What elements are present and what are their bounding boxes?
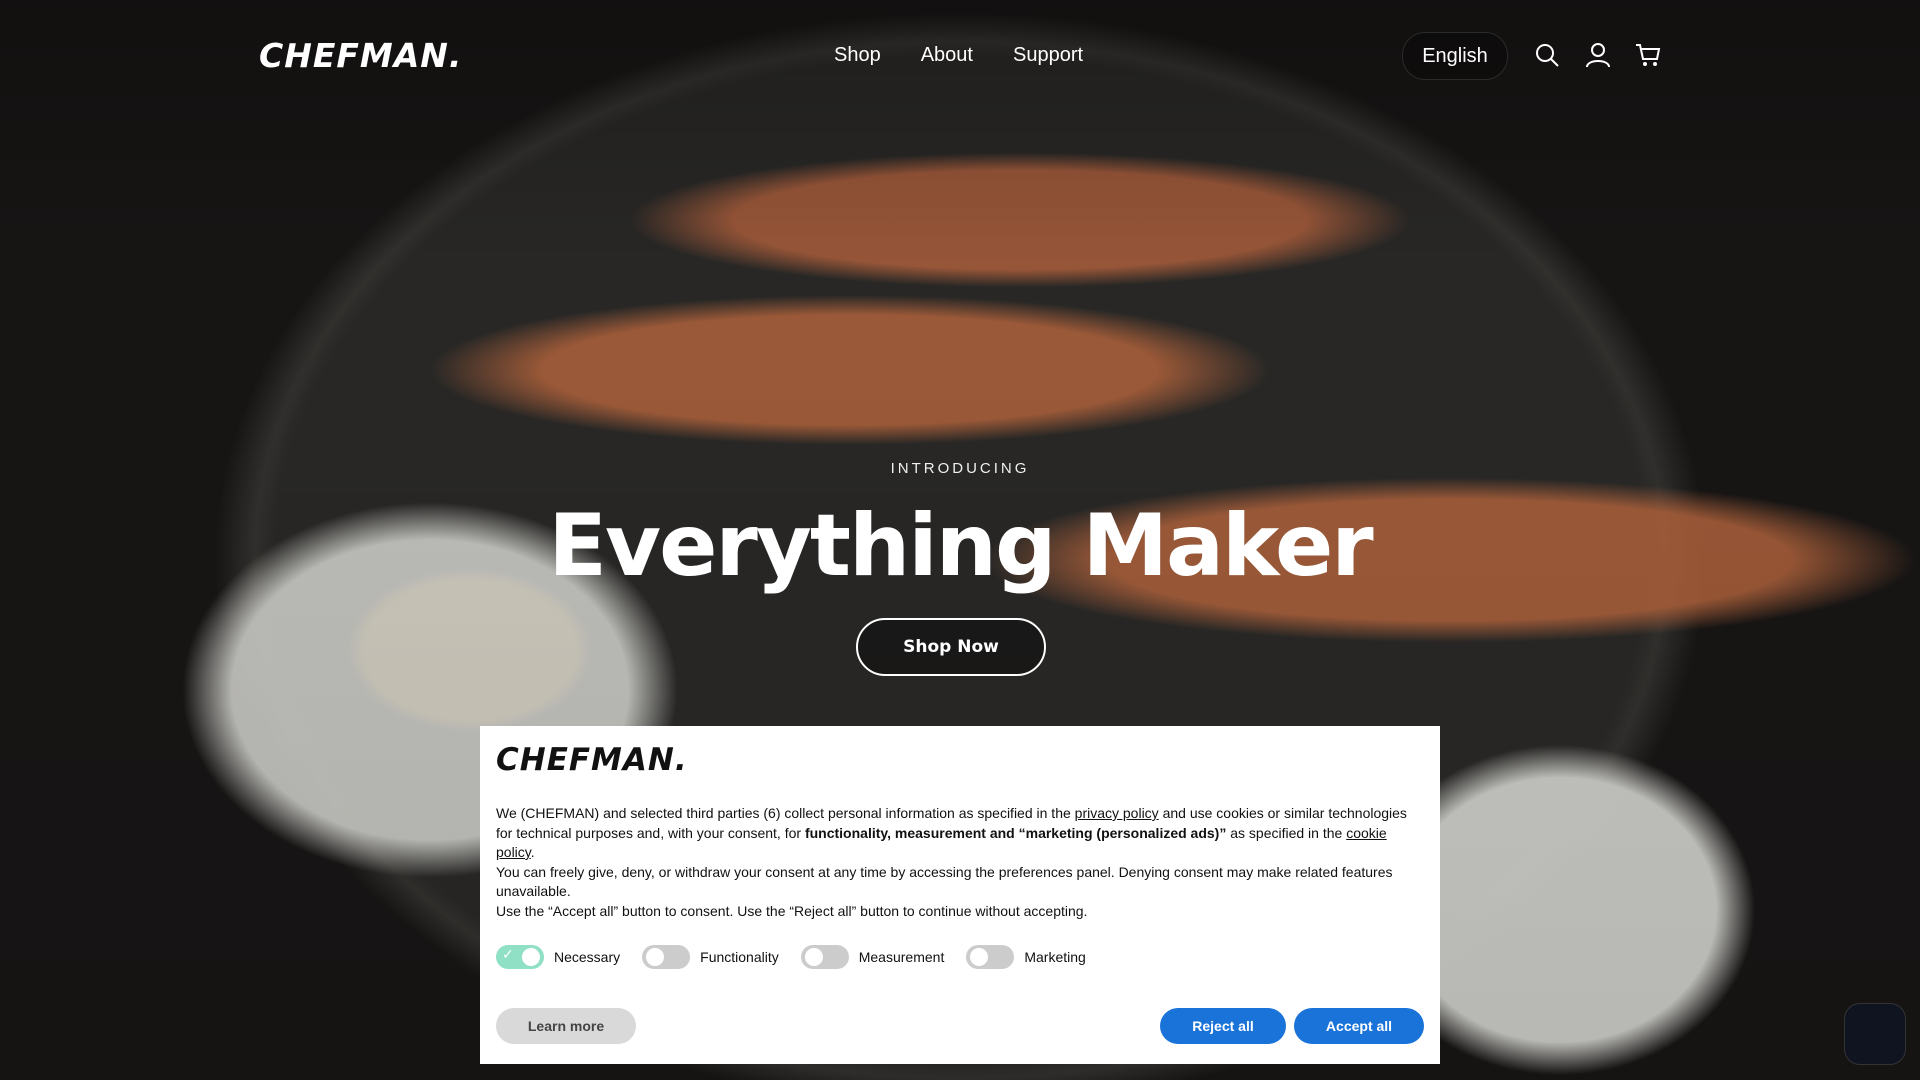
toggle-necessary[interactable]: ✓ Necessary (496, 945, 620, 969)
cookie-text-2: You can freely give, deny, or withdraw y… (496, 863, 1393, 900)
check-icon: ✓ (502, 946, 514, 962)
toggle-switch[interactable] (800, 945, 849, 969)
shop-now-button[interactable]: Shop Now (856, 618, 1046, 676)
cookie-text-1: We (CHEFMAN) and selected third parties … (496, 804, 1424, 863)
cart-icon[interactable] (1635, 42, 1661, 68)
toggle-switch[interactable]: ✓ (496, 945, 544, 969)
toggle-label: Marketing (1024, 949, 1086, 965)
privacy-policy-link[interactable]: privacy policy (1075, 805, 1159, 821)
cookie-text-segment: as specified in the (1226, 824, 1347, 841)
nav-shop[interactable]: Shop (834, 44, 881, 67)
chefman-logo[interactable]: CHEFMAN. (259, 36, 462, 75)
toggle-switch[interactable] (966, 945, 1015, 969)
reject-all-button[interactable]: Reject all (1160, 1008, 1286, 1044)
toggle-measurement[interactable]: Measurement (800, 945, 945, 969)
toggle-label: Necessary (554, 949, 621, 965)
cookie-logo: CHEFMAN. (496, 742, 688, 778)
hero-headline: Everything Maker (548, 496, 1373, 596)
toggle-functionality[interactable]: Functionality (642, 945, 779, 969)
nav-support[interactable]: Support (1013, 44, 1083, 67)
toggle-label: Measurement (858, 949, 945, 965)
main-nav: Shop About Support (834, 44, 1083, 67)
account-icon[interactable] (1585, 42, 1611, 68)
chat-widget-button[interactable] (1844, 1003, 1906, 1065)
cookie-text-segment: . (530, 844, 535, 860)
cookie-banner: CHEFMAN. We (CHEFMAN) and selected third… (480, 726, 1440, 1064)
toggle-switch[interactable] (642, 945, 691, 969)
cookie-actions: Learn more Reject all Accept all (496, 1008, 1424, 1044)
cookie-text-segment: We (CHEFMAN) and selected third parties … (496, 805, 1075, 821)
cookie-purposes: functionality, measurement and “marketin… (804, 824, 1227, 841)
search-icon[interactable] (1534, 42, 1560, 68)
site-header: CHEFMAN. Shop About Support English (0, 0, 1920, 112)
language-selector[interactable]: English (1402, 32, 1508, 80)
toggle-label: Functionality (700, 949, 779, 965)
learn-more-button[interactable]: Learn more (496, 1008, 636, 1044)
consent-toggles: ✓ Necessary Functionality Measurement Ma… (496, 945, 1424, 969)
cookie-text-3: Use the “Accept all” button to consent. … (496, 902, 1088, 919)
nav-about[interactable]: About (921, 44, 973, 67)
accept-all-button[interactable]: Accept all (1294, 1008, 1424, 1044)
hero-eyebrow: INTRODUCING (890, 460, 1030, 477)
toggle-marketing[interactable]: Marketing (966, 945, 1086, 969)
